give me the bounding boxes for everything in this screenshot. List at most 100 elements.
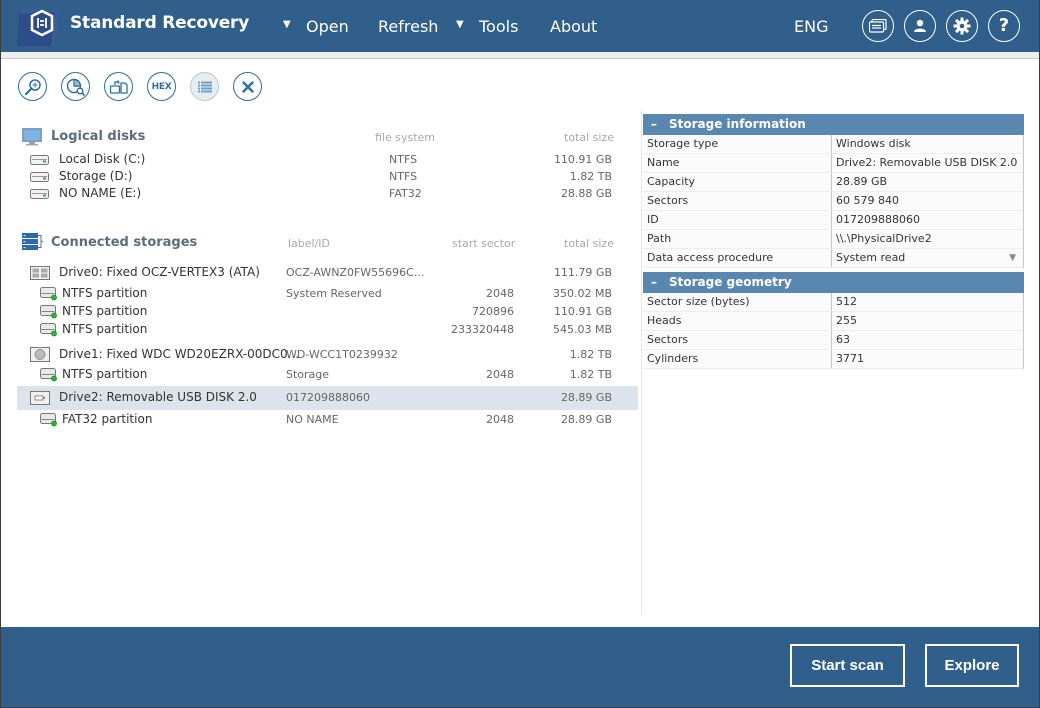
property-row: Sector size (bytes) 512 (643, 293, 1023, 312)
storage-total-size: 1.82 TB (569, 368, 612, 381)
storage-partition-row[interactable]: NTFS partition Storage 2048 1.82 TB (17, 366, 638, 384)
property-key: Name (643, 154, 832, 172)
explore-button[interactable]: Explore (925, 644, 1019, 687)
header-bar: Standard Recovery ▼ Open Refresh ▼ Tools… (1, 0, 1039, 52)
property-value-text: 255 (836, 314, 857, 327)
property-value-text: Drive2: Removable USB DISK 2.0 (836, 156, 1018, 169)
storage-geometry-header[interactable]: – Storage geometry (643, 272, 1024, 293)
logical-disk-name: NO NAME (E:) (59, 186, 142, 200)
collapse-icon[interactable]: – (651, 272, 669, 293)
menu-tools[interactable]: Tools (479, 17, 518, 36)
messages-icon (869, 19, 887, 33)
logical-disk-row[interactable]: NO NAME (E:) FAT32 28.88 GB (17, 185, 638, 202)
hex-editor-button[interactable]: HEX (147, 72, 176, 101)
property-value-text: 017209888060 (836, 213, 920, 226)
property-key: Sectors (643, 192, 832, 210)
property-value: 63 (832, 331, 1023, 349)
col-header-start-sector: start sector (452, 237, 516, 250)
menu-refresh[interactable]: Refresh (378, 17, 438, 36)
property-value: Windows disk (832, 135, 1023, 153)
storage-geometry-panel: – Storage geometry Sector size (bytes) 512… (643, 272, 1024, 369)
property-row[interactable]: Data access procedure System read ▼ (643, 249, 1023, 268)
property-value-text: 60 579 840 (836, 194, 899, 207)
hdd-icon (30, 347, 50, 362)
connected-storages-title: Connected storages (51, 235, 198, 250)
help-icon: ? (998, 15, 1010, 36)
property-row: Path \\.\PhysicalDrive2 (643, 230, 1023, 249)
storage-name: NTFS partition (62, 304, 148, 318)
collapse-icon[interactable]: – (651, 114, 669, 135)
property-row: Storage type Windows disk (643, 135, 1023, 154)
messages-button[interactable] (862, 10, 894, 42)
logical-disk-icon (30, 172, 49, 182)
storage-drive-row[interactable]: Drive2: Removable USB DISK 2.0 0172098880… (17, 386, 638, 410)
property-value-text: 3771 (836, 352, 864, 365)
storage-partition-row[interactable]: NTFS partition System Reserved 2048 350.02 … (17, 285, 638, 303)
property-value: \\.\PhysicalDrive2 (832, 230, 1023, 248)
storage-total-size: 110.91 GB (553, 305, 612, 318)
file-list-button[interactable] (190, 72, 219, 101)
create-image-button[interactable] (104, 72, 133, 101)
partition-icon (40, 287, 57, 301)
property-key: Capacity (643, 173, 832, 191)
storage-list-panel: Logical disks file system total size Loc… (1, 110, 639, 620)
property-value: 60 579 840 (832, 192, 1023, 210)
property-value: Drive2: Removable USB DISK 2.0 (832, 154, 1023, 172)
logical-disk-file-system: NTFS (389, 153, 418, 166)
storage-name: NTFS partition (62, 322, 148, 336)
storage-drive-row[interactable]: Drive0: Fixed OCZ-VERTEX3 (ATA) OCZ-AWNZ0… (17, 261, 638, 285)
data-access-procedure-select[interactable]: System read ▼ (832, 249, 1023, 267)
help-button[interactable]: ? (988, 10, 1020, 42)
storage-total-size: 350.02 MB (552, 287, 612, 300)
partition-icon (40, 413, 57, 427)
property-row: Cylinders 3771 (643, 350, 1023, 369)
tools-dropdown-caret-icon[interactable]: ▼ (456, 19, 464, 30)
app-logo-icon (15, 4, 65, 48)
storage-name: Drive0: Fixed OCZ-VERTEX3 (ATA) (59, 265, 260, 279)
menu-about[interactable]: About (550, 17, 597, 36)
storage-start-sector: 2048 (486, 287, 514, 300)
property-key: Data access procedure (643, 249, 832, 267)
chevron-down-icon[interactable]: ▼ (1009, 249, 1016, 267)
property-value-text: 63 (836, 333, 850, 346)
storage-start-sector: 720896 (472, 305, 514, 318)
property-row: Name Drive2: Removable USB DISK 2.0 (643, 154, 1023, 173)
start-scan-button[interactable]: Start scan (790, 644, 905, 687)
storage-information-panel: – Storage information Storage type Windows… (643, 114, 1024, 268)
storage-drive-row[interactable]: Drive1: Fixed WDC WD20EZRX-00DC0... WD-WC… (17, 343, 638, 367)
settings-button[interactable] (946, 10, 978, 42)
logical-disk-row[interactable]: Local Disk (C:) NTFS 110.91 GB (17, 151, 638, 168)
list-icon (197, 81, 212, 92)
storage-label-id: NO NAME (286, 413, 339, 426)
storage-partition-row[interactable]: FAT32 partition NO NAME 2048 28.89 GB (17, 411, 638, 429)
partition-icon (40, 305, 57, 319)
property-key: ID (643, 211, 832, 229)
storage-information-header[interactable]: – Storage information (643, 114, 1024, 135)
storage-total-size: 28.89 GB (560, 391, 612, 404)
language-selector[interactable]: ENG (794, 17, 828, 36)
logical-disk-row[interactable]: Storage (D:) NTFS 1.82 TB (17, 168, 638, 185)
storage-start-sector: 233320448 (451, 323, 514, 336)
storage-name: NTFS partition (62, 367, 148, 381)
logical-disk-icon (30, 155, 49, 165)
storage-label-id: System Reserved (286, 287, 382, 300)
menu-open[interactable]: Open (306, 17, 349, 36)
storage-name: FAT32 partition (62, 412, 153, 426)
storage-partition-row[interactable]: NTFS partition 233320448 545.03 MB (17, 321, 638, 339)
search-icon (24, 78, 41, 95)
scan-region-button[interactable] (61, 72, 90, 101)
scan-region-icon (66, 78, 85, 96)
search-button[interactable] (18, 72, 47, 101)
logical-disk-total-size: 28.88 GB (560, 187, 612, 200)
storage-name: Drive2: Removable USB DISK 2.0 (59, 390, 257, 404)
app-window: Standard Recovery ▼ Open Refresh ▼ Tools… (1, 0, 1039, 707)
open-dropdown-caret-icon[interactable]: ▼ (283, 19, 291, 30)
account-button[interactable] (904, 10, 936, 42)
panel-divider[interactable] (641, 110, 642, 615)
logical-disk-total-size: 110.91 GB (553, 153, 612, 166)
computer-monitor-icon (22, 128, 42, 146)
close-storage-button[interactable] (233, 72, 262, 101)
storage-start-sector: 2048 (486, 368, 514, 381)
property-row: Capacity 28.89 GB (643, 173, 1023, 192)
storage-partition-row[interactable]: NTFS partition 720896 110.91 GB (17, 303, 638, 321)
